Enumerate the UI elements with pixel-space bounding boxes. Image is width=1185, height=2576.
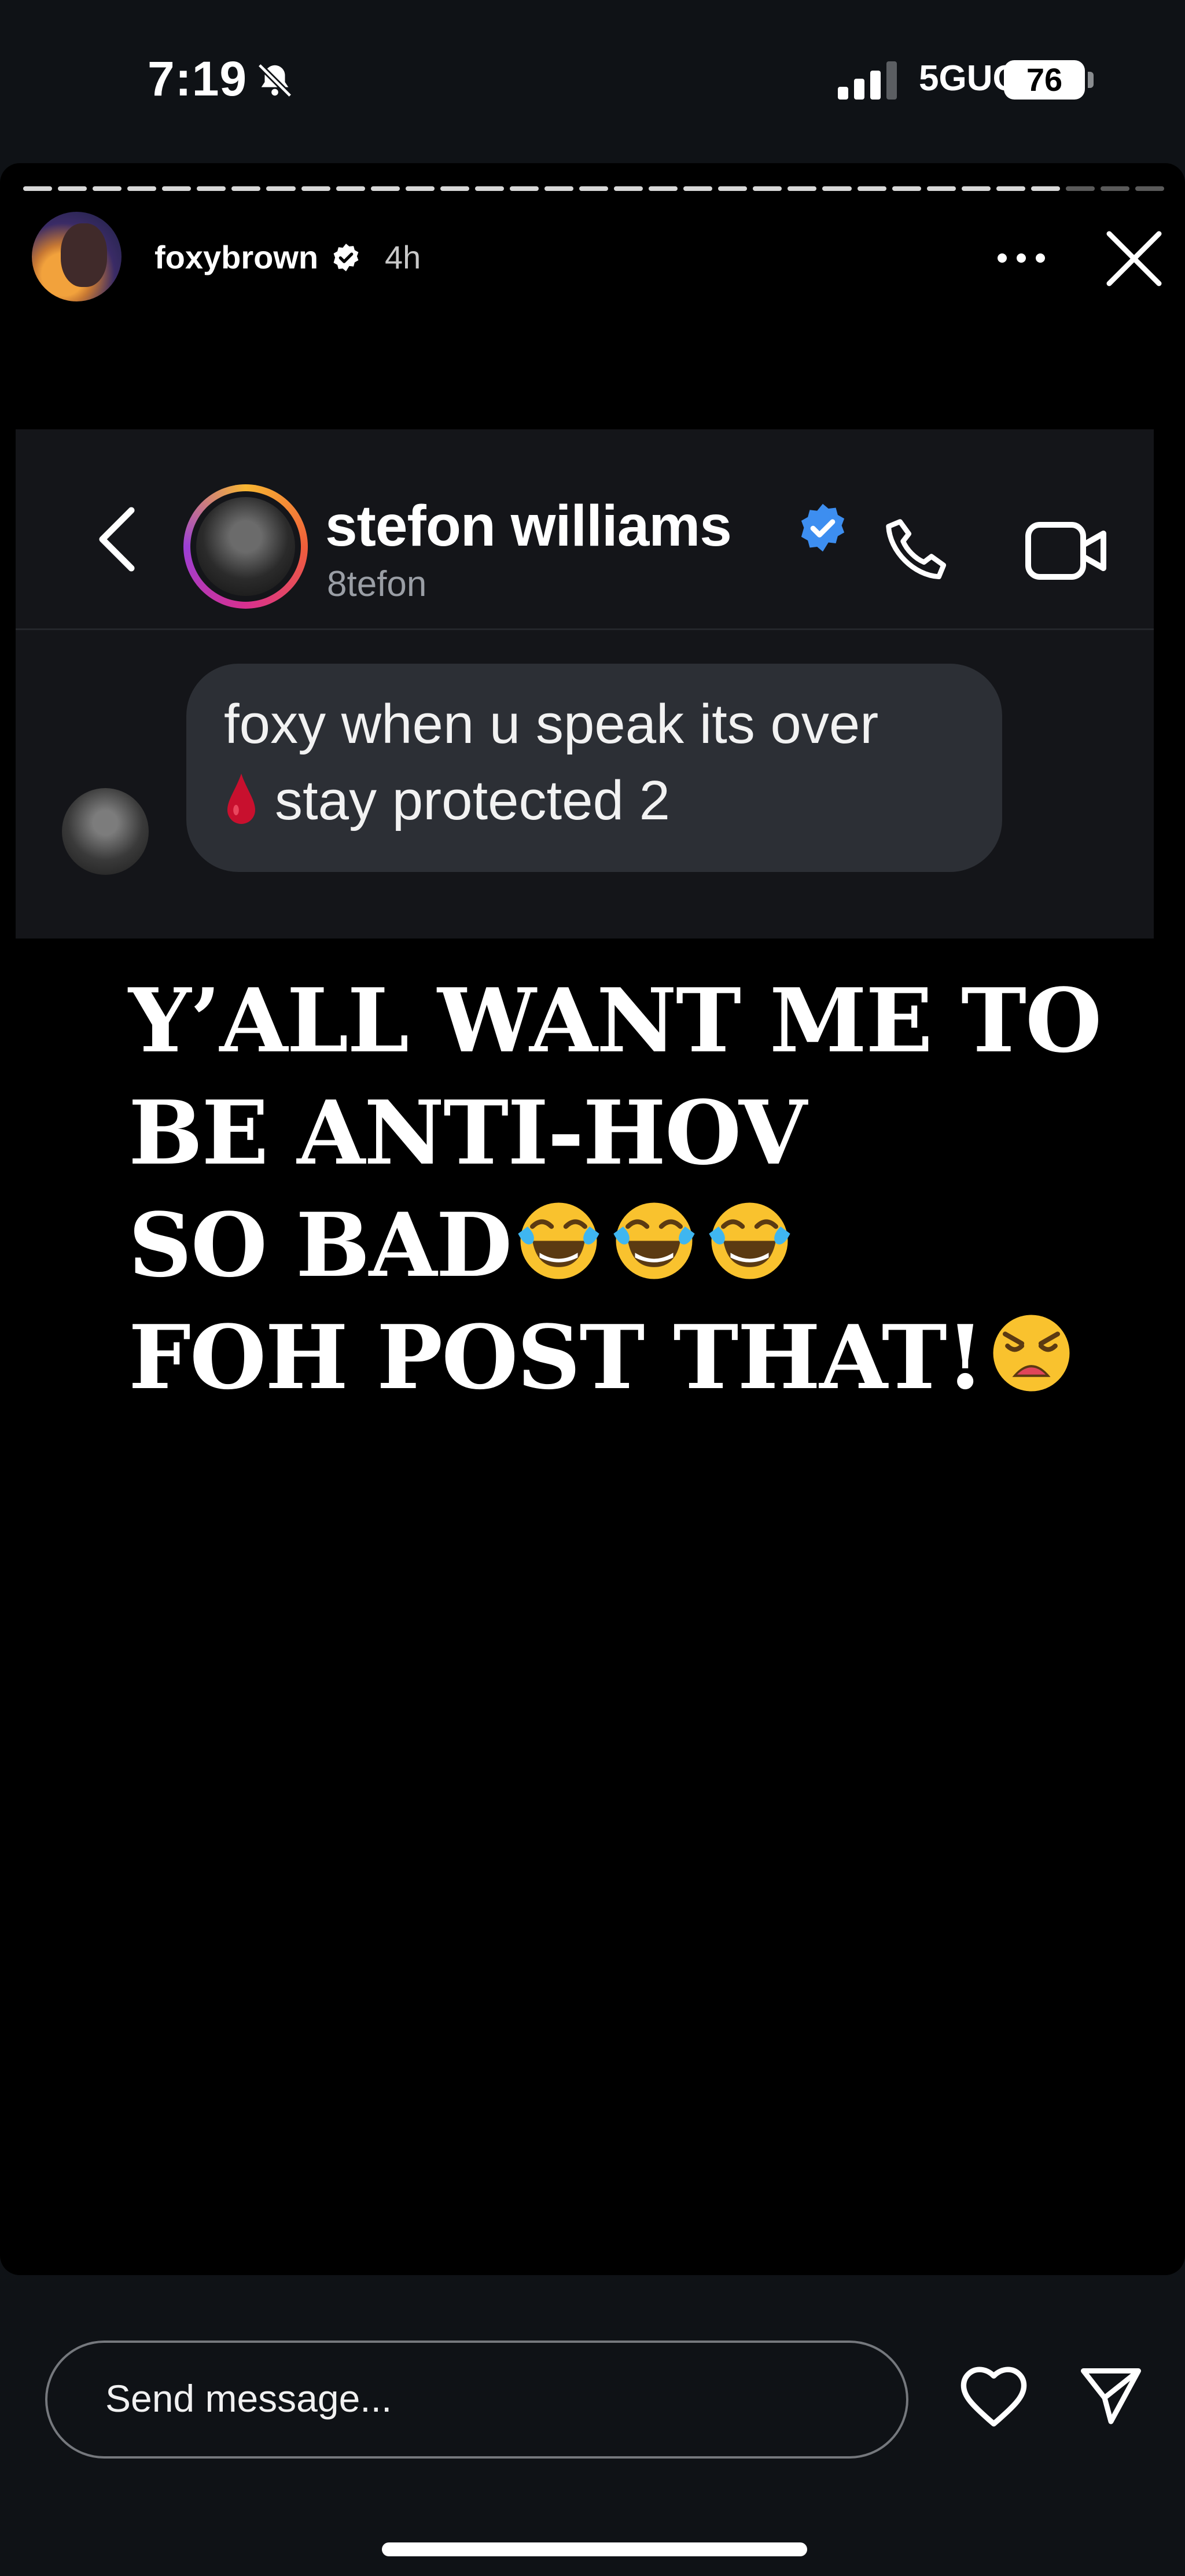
progress-segment — [996, 186, 1025, 191]
phone-call-icon — [886, 519, 947, 580]
back-chevron-icon — [99, 507, 135, 572]
progress-segment — [1135, 186, 1165, 191]
progress-segment — [127, 186, 157, 191]
story-author-avatar[interactable] — [32, 212, 122, 301]
progress-segment — [197, 186, 226, 191]
blood-drop-icon — [227, 774, 255, 824]
progress-segment — [926, 186, 956, 191]
progress-segment — [961, 186, 991, 191]
message-bubble: foxy when u speak its over stay protecte… — [186, 664, 1002, 872]
verified-badge-icon — [333, 244, 359, 271]
progress-segment — [440, 186, 469, 191]
dm-contact-name: stefon williams — [325, 494, 732, 558]
progress-segment — [23, 186, 53, 191]
progress-segment — [509, 186, 539, 191]
home-indicator — [382, 2542, 807, 2556]
story-viewer[interactable]: foxybrown 4h stefon williams 8tefon foxy… — [0, 163, 1185, 2275]
dm-header-divider — [16, 628, 1154, 630]
progress-segment — [614, 186, 643, 191]
more-options-icon[interactable] — [995, 251, 1047, 265]
message-text-line2: stay protected 2 — [275, 770, 671, 831]
story-caption: Y’ALL WANT ME TO BE ANTI-HOV SO BAD FOH … — [128, 965, 1102, 1414]
signal-icon — [838, 61, 897, 100]
progress-segment — [266, 186, 296, 191]
progress-segment — [649, 186, 678, 191]
progress-segment — [231, 186, 261, 191]
caption-line3-row: SO BAD — [128, 1189, 1101, 1301]
progress-segment — [544, 186, 573, 191]
laughing-crying-emoji-icon — [613, 1202, 695, 1279]
heart-like-icon[interactable] — [958, 2362, 1030, 2428]
progress-segment — [301, 186, 330, 191]
message-text-line1: foxy when u speak its over — [224, 693, 879, 755]
caption-line1: Y’ALL WANT ME TO — [128, 969, 1102, 1072]
battery-cap — [1088, 72, 1094, 88]
progress-segment — [892, 186, 921, 191]
story-time-ago: 4h — [385, 239, 421, 275]
close-icon[interactable] — [1102, 227, 1166, 290]
status-time: 7:19 — [148, 51, 248, 106]
progress-segment — [370, 186, 400, 191]
progress-segment — [787, 186, 817, 191]
caption-line4-row: FOH POST THAT! — [128, 1301, 1101, 1414]
progress-segment — [93, 186, 122, 191]
progress-segment — [1100, 186, 1129, 191]
progress-segment — [162, 186, 192, 191]
caption-line2: BE ANTI-HOV — [128, 1081, 807, 1184]
battery-indicator: 76 — [1004, 60, 1085, 100]
status-bar: 7:19 5GUC 76 — [0, 0, 1185, 156]
progress-segment — [579, 186, 609, 191]
message-text-line2-row: stay protected 2 — [224, 769, 670, 833]
send-direct-icon[interactable] — [1076, 2361, 1146, 2430]
progress-segment — [857, 186, 886, 191]
caption-line4: FOH POST THAT! — [128, 1305, 985, 1409]
story-author-username[interactable]: foxybrown — [154, 238, 318, 276]
send-message-placeholder: Send message... — [105, 2377, 392, 2420]
progress-segment — [753, 186, 782, 191]
send-message-input[interactable]: Send message... — [45, 2341, 908, 2459]
dm-contact-handle: 8tefon — [327, 564, 427, 604]
dm-screenshot-card: stefon williams 8tefon foxy when u speak… — [16, 429, 1154, 939]
progress-segment — [336, 186, 365, 191]
progress-segment — [718, 186, 748, 191]
video-call-icon — [1025, 522, 1106, 580]
laughing-crying-emoji-icon — [709, 1202, 790, 1279]
progress-segment — [474, 186, 504, 191]
verified-blue-badge-icon — [801, 503, 845, 552]
message-sender-avatar — [62, 788, 149, 875]
weary-face-emoji-icon — [993, 1315, 1070, 1392]
progress-segment — [1065, 186, 1095, 191]
progress-segment — [822, 186, 852, 191]
progress-segment — [683, 186, 713, 191]
progress-segment — [405, 186, 435, 191]
dm-contact-avatar — [183, 484, 308, 609]
bell-muted-icon — [257, 63, 292, 98]
progress-segment — [58, 186, 87, 191]
story-progress-bar — [23, 186, 1165, 191]
progress-segment — [1031, 186, 1060, 191]
laughing-crying-emoji-icon — [518, 1202, 599, 1279]
caption-line3: SO BAD — [128, 1193, 512, 1297]
